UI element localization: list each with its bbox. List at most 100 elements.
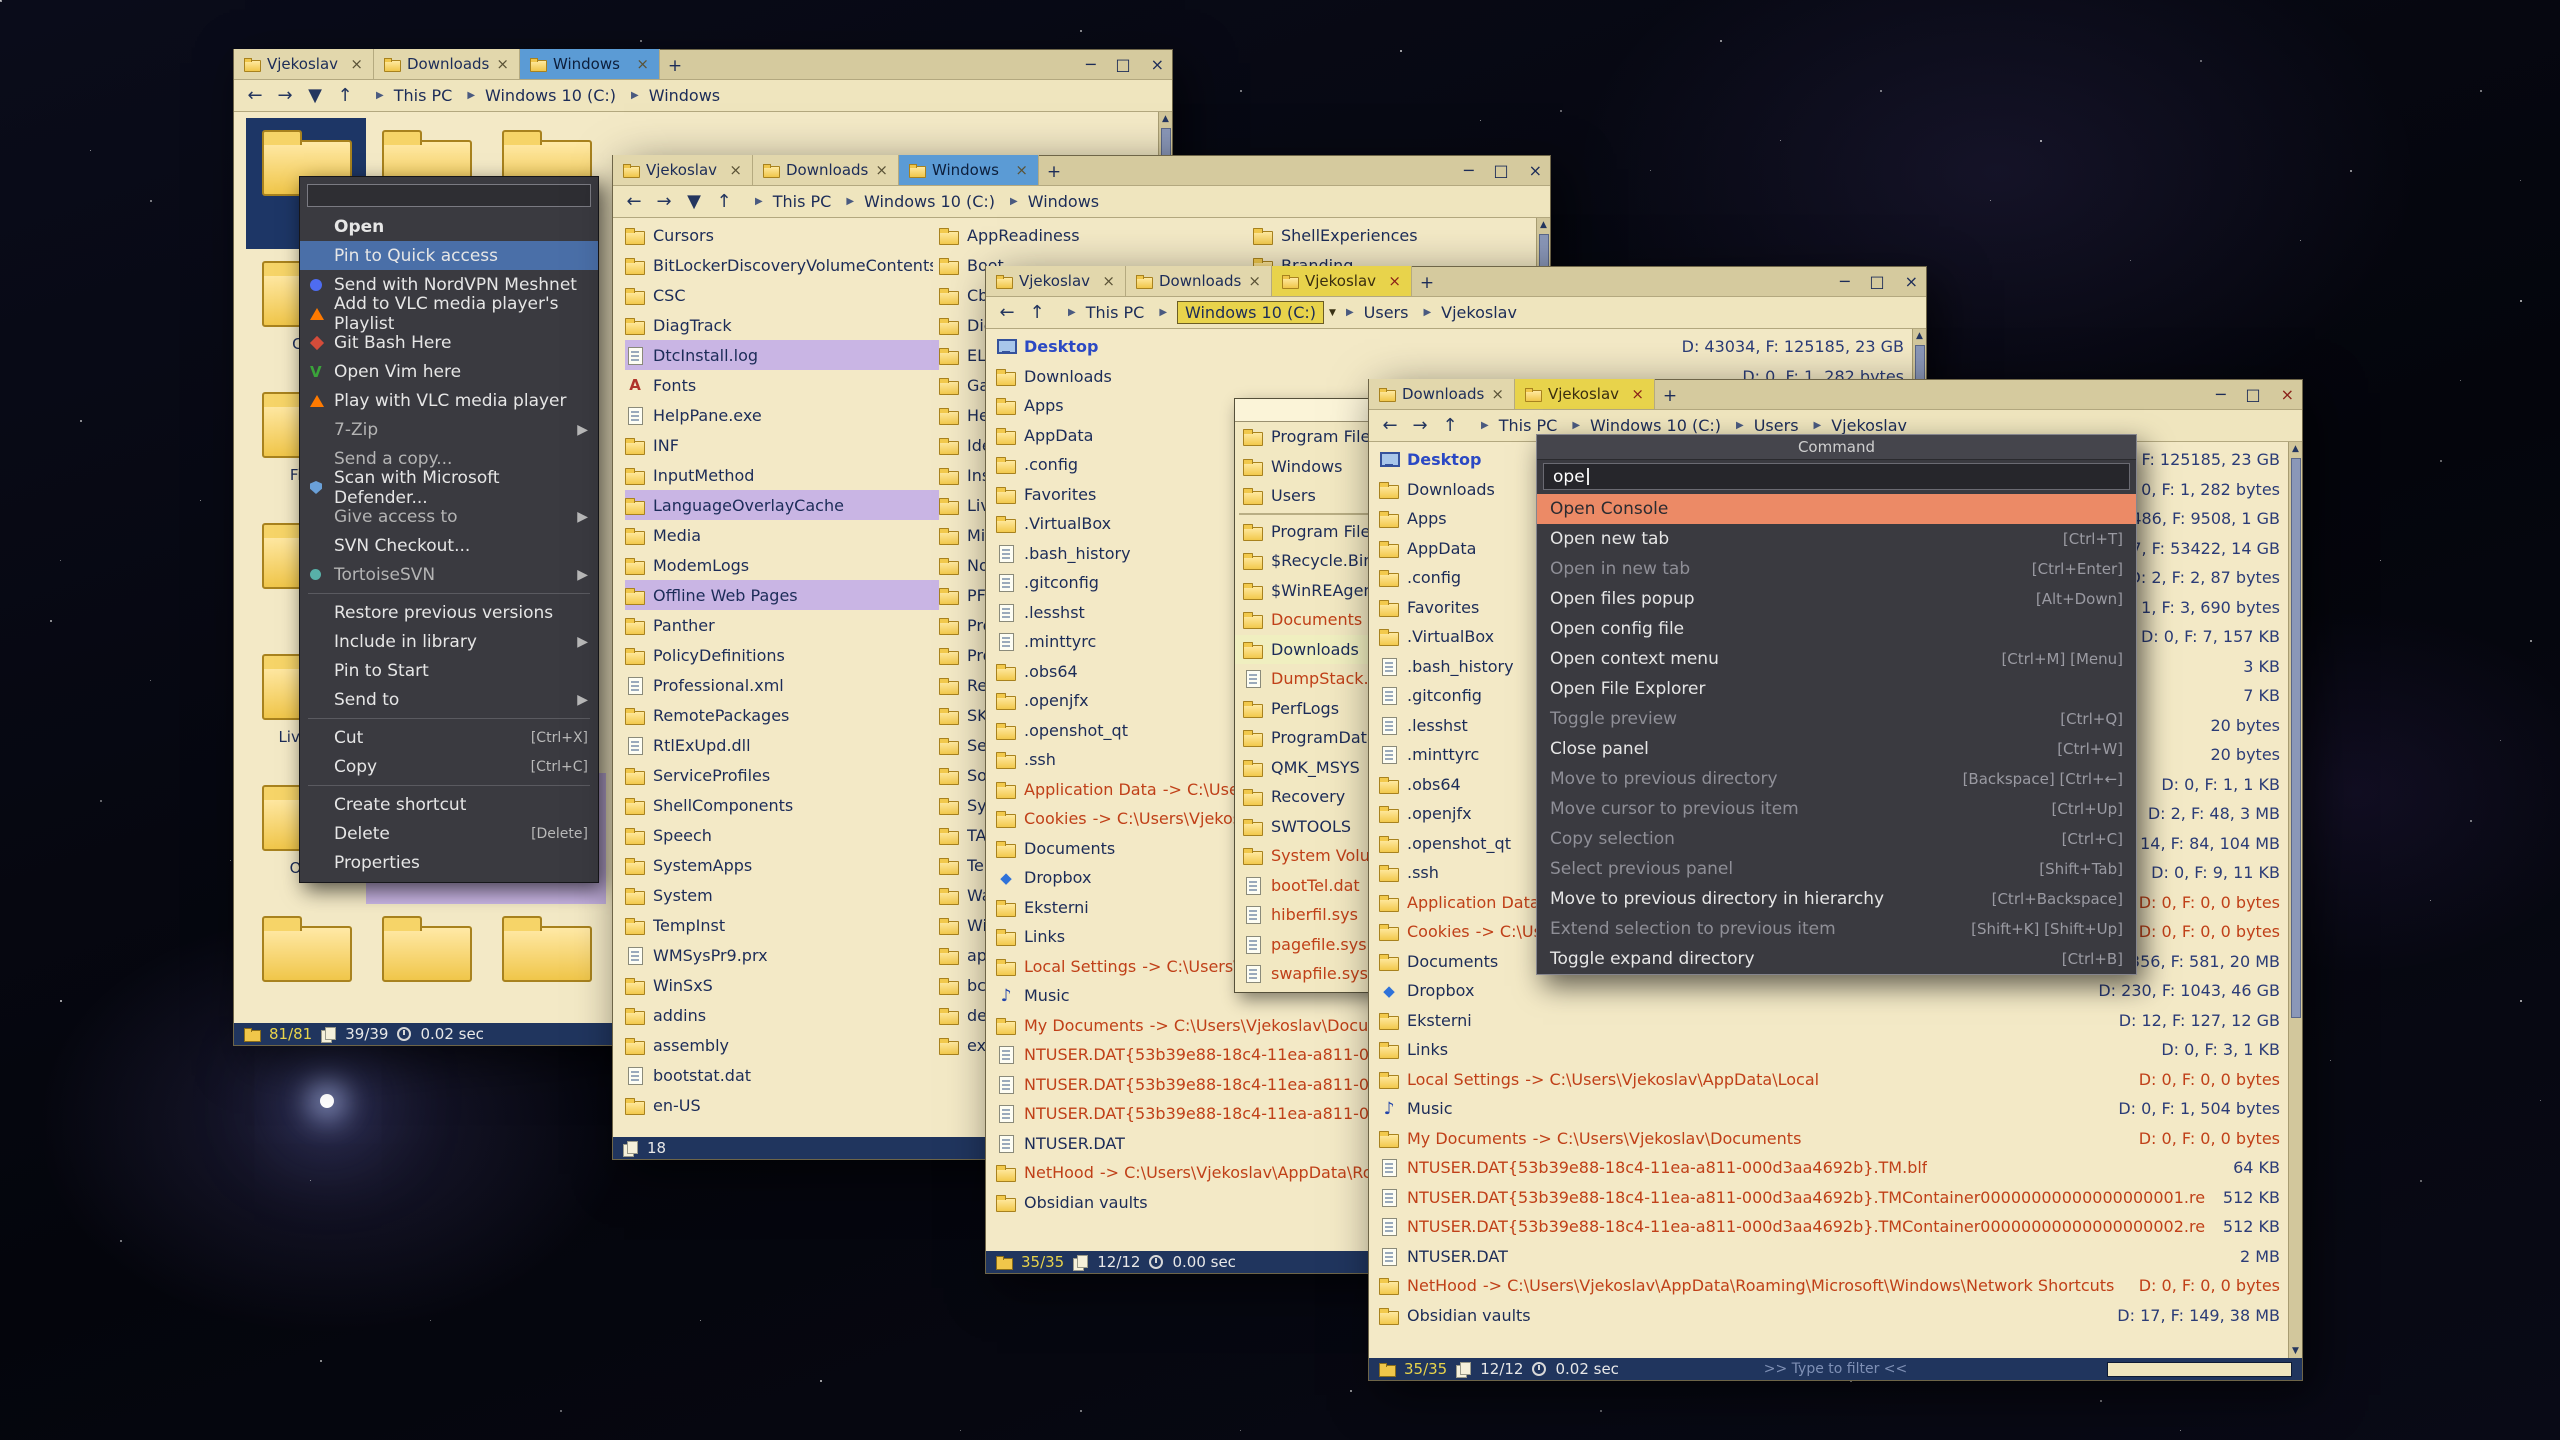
file-row[interactable]: CSC <box>625 280 939 310</box>
command-item[interactable]: Extend selection to previous item [Shift… <box>1537 914 2136 944</box>
file-row[interactable]: HelpPane.exe <box>625 400 939 430</box>
file-row[interactable]: bootstat.dat <box>625 1060 939 1090</box>
file-row[interactable]: Desktop D: 43034, F: 125185, 23 GB <box>986 332 1926 362</box>
file-row[interactable]: INF <box>625 430 939 460</box>
context-menu-item[interactable]: Send to ▶ <box>300 685 598 714</box>
back-icon[interactable]: ← <box>240 85 270 106</box>
command-input[interactable]: ope <box>1543 463 2130 490</box>
file-row[interactable]: WMSysPr9.prx <box>625 940 939 970</box>
close-button[interactable]: × <box>1529 163 1542 179</box>
close-button[interactable]: × <box>1905 274 1918 290</box>
context-menu-item[interactable]: Open <box>300 212 598 241</box>
command-item[interactable]: Move cursor to previous item [Ctrl+Up] <box>1537 794 2136 824</box>
filter-input[interactable] <box>2107 1362 2292 1377</box>
breadcrumb-segment[interactable]: ▶ This PC <box>1058 303 1149 322</box>
file-row[interactable]: RemotePackages <box>625 700 939 730</box>
file-row[interactable]: ShellComponents <box>625 790 939 820</box>
file-row[interactable]: SystemApps <box>625 850 939 880</box>
file-row[interactable]: Media <box>625 520 939 550</box>
tab[interactable]: Downloads × <box>753 155 899 185</box>
minimize-button[interactable]: ─ <box>1840 274 1850 290</box>
minimize-button[interactable]: ─ <box>1464 163 1474 179</box>
scroll-up-icon[interactable]: ▲ <box>2292 442 2299 456</box>
file-row[interactable]: Speech <box>625 820 939 850</box>
breadcrumb-segment[interactable]: ▶ Windows 10 (C:) <box>836 192 1000 211</box>
command-item[interactable]: Move to previous directory [Backspace] [… <box>1537 764 2136 794</box>
file-row[interactable]: NTUSER.DAT{53b39e88-18c4-11ea-a811-000d3… <box>1369 1212 2302 1242</box>
history-dropdown-icon[interactable]: ▼ <box>679 191 709 212</box>
file-row[interactable]: InputMethod <box>625 460 939 490</box>
back-icon[interactable]: ← <box>619 191 649 212</box>
command-item[interactable]: Open files popup [Alt+Down] <box>1537 584 2136 614</box>
back-icon[interactable]: ← <box>1375 415 1405 436</box>
breadcrumb-segment[interactable]: ▶ Windows 10 (C:) <box>457 86 621 105</box>
tab[interactable]: Vjekoslav × <box>986 266 1126 296</box>
up-icon[interactable]: ↑ <box>1435 415 1465 436</box>
new-tab-button[interactable]: + <box>662 53 688 79</box>
file-row[interactable]: WinSxS <box>625 970 939 1000</box>
tab[interactable]: Vjekoslav × <box>1515 379 1655 409</box>
tab-close-icon[interactable]: × <box>496 55 509 73</box>
tab[interactable]: Windows × <box>520 49 660 79</box>
maximize-button[interactable]: □ <box>1869 274 1884 290</box>
context-menu-item[interactable]: TortoiseSVN ▶ <box>300 560 598 589</box>
tab[interactable]: Downloads × <box>374 49 520 79</box>
command-item[interactable]: Close panel [Ctrl+W] <box>1537 734 2136 764</box>
context-menu-item[interactable]: Cut [Ctrl+X] <box>300 723 598 752</box>
scroll-up-icon[interactable]: ▲ <box>1916 329 1923 343</box>
context-menu-item[interactable]: Add to VLC media player's Playlist <box>300 299 598 328</box>
minimize-button[interactable]: ─ <box>1086 57 1096 73</box>
scroll-up-icon[interactable]: ▲ <box>1540 218 1547 232</box>
scroll-down-icon[interactable]: ▼ <box>2292 1344 2299 1358</box>
file-row[interactable]: Professional.xml <box>625 670 939 700</box>
breadcrumb-segment[interactable]: ▶ Users <box>1336 303 1414 322</box>
file-row[interactable]: NTUSER.DAT{53b39e88-18c4-11ea-a811-000d3… <box>1369 1153 2302 1183</box>
tab-close-icon[interactable]: × <box>1388 272 1401 290</box>
file-row[interactable]: TempInst <box>625 910 939 940</box>
file-row[interactable]: NTUSER.DAT 2 MB <box>1369 1242 2302 1272</box>
forward-icon[interactable]: → <box>1405 415 1435 436</box>
context-menu-item[interactable] <box>308 718 590 719</box>
file-row[interactable]: Music D: 0, F: 1, 504 bytes <box>1369 1094 2302 1124</box>
tab-close-icon[interactable]: × <box>1631 385 1644 403</box>
file-row[interactable]: Offline Web Pages <box>625 580 939 610</box>
context-menu-item[interactable]: Scan with Microsoft Defender... <box>300 473 598 502</box>
command-item[interactable]: Open Console <box>1537 494 2136 524</box>
context-menu-item[interactable]: Copy [Ctrl+C] <box>300 752 598 781</box>
close-button[interactable]: × <box>2281 387 2294 403</box>
command-item[interactable]: Open context menu [Ctrl+M] [Menu] <box>1537 644 2136 674</box>
breadcrumb-segment[interactable]: ▶ Windows <box>621 86 725 105</box>
context-menu-edit-box[interactable] <box>307 184 591 207</box>
command-item[interactable]: Copy selection [Ctrl+C] <box>1537 824 2136 854</box>
tab-close-icon[interactable]: × <box>729 161 742 179</box>
scroll-thumb[interactable] <box>2291 458 2301 1018</box>
history-dropdown-icon[interactable]: ▼ <box>300 85 330 106</box>
context-menu-item[interactable]: Restore previous versions <box>300 598 598 627</box>
up-icon[interactable]: ↑ <box>709 191 739 212</box>
file-row[interactable]: RtlExUpd.dll <box>625 730 939 760</box>
up-icon[interactable]: ↑ <box>330 85 360 106</box>
file-row[interactable]: en-US <box>625 1090 939 1120</box>
file-row[interactable]: DtcInstall.log <box>625 340 939 370</box>
new-tab-button[interactable]: + <box>1657 383 1683 409</box>
maximize-button[interactable]: □ <box>1115 57 1130 73</box>
tab[interactable]: Downloads × <box>1369 379 1515 409</box>
command-item[interactable]: Open in new tab [Ctrl+Enter] <box>1537 554 2136 584</box>
new-tab-button[interactable]: + <box>1041 159 1067 185</box>
file-row[interactable]: Eksterni D: 12, F: 127, 12 GB <box>1369 1006 2302 1036</box>
file-icon-cell[interactable] <box>486 904 606 1023</box>
tab-close-icon[interactable]: × <box>1102 272 1115 290</box>
breadcrumb-segment[interactable]: ▶ Windows 10 (C:) <box>1562 416 1726 435</box>
context-menu-item[interactable]: Delete [Delete] <box>300 819 598 848</box>
file-row[interactable]: assembly <box>625 1030 939 1060</box>
file-row[interactable]: LanguageOverlayCache <box>625 490 939 520</box>
scroll-up-icon[interactable]: ▲ <box>1162 112 1169 126</box>
file-row[interactable]: Links D: 0, F: 3, 1 KB <box>1369 1035 2302 1065</box>
tab-close-icon[interactable]: × <box>636 55 649 73</box>
context-menu-item[interactable]: 7-Zip ▶ <box>300 415 598 444</box>
command-item[interactable]: Move to previous directory in hierarchy … <box>1537 884 2136 914</box>
file-row[interactable]: ServiceProfiles <box>625 760 939 790</box>
file-row[interactable]: Panther <box>625 610 939 640</box>
tab[interactable]: Vjekoslav × <box>613 155 753 185</box>
context-menu-item[interactable]: Include in library ▶ <box>300 627 598 656</box>
